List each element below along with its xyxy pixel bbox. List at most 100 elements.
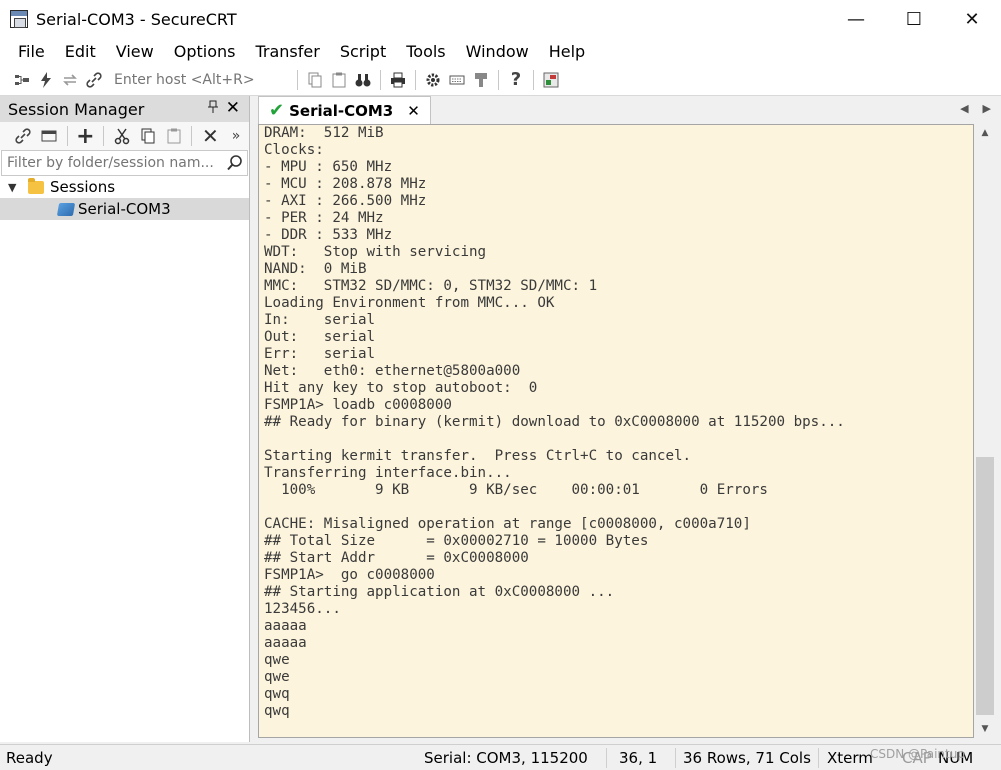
menu-options[interactable]: Options — [164, 42, 246, 61]
toolbar-separator — [297, 69, 298, 90]
toolbar-separator — [533, 69, 534, 90]
tree-folder-label: Sessions — [50, 178, 116, 196]
terminal-line: FSMP1A> go c0008000 — [264, 567, 435, 583]
tab-close-button[interactable]: ✕ — [407, 102, 420, 120]
chevron-down-icon[interactable]: ▼ — [8, 181, 22, 194]
reconnect-icon[interactable] — [58, 68, 82, 92]
menu-window[interactable]: Window — [456, 42, 539, 61]
menu-file[interactable]: File — [8, 42, 55, 61]
serial-session-icon — [56, 202, 76, 216]
watermark-text: CSDN @Paintup — [870, 747, 965, 761]
menu-edit[interactable]: Edit — [55, 42, 106, 61]
terminal-line: - MCU : 208.878 MHz — [264, 176, 427, 192]
tab-scroll-left-icon[interactable]: ◀ — [960, 102, 968, 115]
terminal-line: Clocks: — [264, 142, 324, 158]
terminal-view[interactable]: DRAM: 512 MiB Clocks: - MPU : 650 MHz - MCU… — [258, 124, 974, 738]
terminal-line: - PER : 24 MHz — [264, 210, 384, 226]
new-session-icon[interactable]: + — [72, 124, 98, 149]
paste-session-icon[interactable] — [161, 124, 187, 148]
terminal-line: FSMP1A> loadb c0008000 — [264, 397, 452, 413]
connect-session-icon[interactable] — [10, 124, 36, 148]
keymap-icon[interactable] — [445, 68, 469, 92]
terminal-line: WDT: Stop with servicing — [264, 244, 487, 260]
search-icon[interactable] — [223, 154, 247, 172]
toolbar-separator — [103, 126, 105, 146]
terminal-line: DRAM: 512 MiB — [264, 125, 384, 141]
status-divider — [606, 748, 607, 768]
menu-script[interactable]: Script — [330, 42, 396, 61]
terminal-line: Loading Environment from MMC... OK — [264, 295, 555, 311]
script-icon[interactable] — [539, 68, 563, 92]
session-manager-close-button[interactable]: ✕ — [226, 98, 240, 118]
find-icon[interactable] — [351, 68, 375, 92]
cut-icon[interactable] — [109, 124, 135, 148]
terminal-scrollbar[interactable]: ▲ ▼ — [974, 124, 996, 738]
status-size: 36 Rows, 71 Cols — [683, 749, 811, 767]
terminal-line: ## Ready for binary (kermit) download to… — [264, 414, 845, 430]
menu-transfer[interactable]: Transfer — [245, 42, 329, 61]
sftp-icon[interactable] — [469, 68, 493, 92]
session-manager-panel: Session Manager ✕ + ✕ » Filter by folder… — [0, 96, 250, 742]
status-connection: Serial: COM3, 115200 — [424, 749, 588, 767]
terminal-line: aaaaa — [264, 618, 307, 634]
status-cursor: 36, 1 — [619, 749, 658, 767]
menu-help[interactable]: Help — [539, 42, 595, 61]
print-icon[interactable] — [386, 68, 410, 92]
host-input[interactable] — [112, 68, 292, 91]
connect-icon[interactable] — [10, 68, 34, 92]
scroll-thumb[interactable] — [976, 457, 994, 715]
session-filter — [1, 150, 248, 176]
terminal-line: Out: serial — [264, 329, 376, 345]
delete-icon[interactable]: ✕ — [197, 124, 223, 148]
quick-connect-icon[interactable] — [34, 68, 58, 92]
connected-check-icon: ✔ — [269, 100, 285, 121]
status-divider — [675, 748, 676, 768]
status-divider — [818, 748, 819, 768]
tab-label: Serial-COM3 — [289, 101, 394, 120]
session-tabs-bar: ✔ Serial-COM3 ✕ ◀ ▶ — [254, 96, 1001, 124]
main-toolbar: ? — [0, 64, 1001, 96]
terminal-line: aaaaa — [264, 635, 307, 651]
tree-folder-sessions[interactable]: ▼ Sessions — [0, 176, 249, 198]
paste-icon[interactable] — [327, 68, 351, 92]
terminal-line: qwe — [264, 669, 290, 685]
link-icon[interactable] — [82, 68, 106, 92]
scroll-down-icon[interactable]: ▼ — [974, 720, 996, 738]
settings-icon[interactable] — [421, 68, 445, 92]
terminal-line: qwq — [264, 703, 290, 719]
terminal-line: MMC: STM32 SD/MMC: 0, STM32 SD/MMC: 1 — [264, 278, 598, 294]
tree-session-serial-com3[interactable]: Serial-COM3 — [0, 198, 249, 220]
pin-icon[interactable] — [207, 100, 219, 118]
copy-session-icon[interactable] — [135, 124, 161, 148]
terminal-line: 100% 9 KB 9 KB/sec 00:00:01 0 Errors — [264, 482, 768, 498]
session-filter-input[interactable] — [2, 152, 223, 174]
terminal-output: DRAM: 512 MiB Clocks: - MPU : 650 MHz - MCU… — [264, 125, 845, 720]
toolbar-separator — [415, 69, 416, 90]
terminal-line: In: serial — [264, 312, 376, 328]
copy-icon[interactable] — [303, 68, 327, 92]
title-bar: Serial-COM3 - SecureCRT — ☐ ✕ — [0, 0, 1001, 38]
menu-view[interactable]: View — [106, 42, 164, 61]
toolbar-separator — [66, 126, 68, 146]
connect-in-tab-icon[interactable] — [36, 124, 62, 148]
help-icon[interactable]: ? — [504, 68, 528, 92]
session-manager-header: Session Manager ✕ — [0, 96, 249, 122]
maximize-button[interactable]: ☐ — [885, 0, 943, 38]
tab-scroll-right-icon[interactable]: ▶ — [983, 102, 991, 115]
terminal-line: 123456... — [264, 601, 341, 617]
tab-serial-com3[interactable]: ✔ Serial-COM3 ✕ — [258, 96, 431, 124]
terminal-line: Hit any key to stop autoboot: 0 — [264, 380, 538, 396]
toolbar-separator — [380, 69, 381, 90]
minimize-button[interactable]: — — [827, 0, 885, 38]
more-chevron-icon[interactable]: » — [223, 124, 249, 148]
menu-tools[interactable]: Tools — [396, 42, 455, 61]
terminal-line: ## Total Size = 0x00002710 = 10000 Bytes — [264, 533, 649, 549]
terminal-line: qwe — [264, 652, 290, 668]
close-button[interactable]: ✕ — [943, 0, 1001, 38]
terminal-line: Err: serial — [264, 346, 376, 362]
terminal-line: NAND: 0 MiB — [264, 261, 367, 277]
terminal-line: Transferring interface.bin... — [264, 465, 512, 481]
scroll-up-icon[interactable]: ▲ — [974, 124, 996, 142]
menu-bar: File Edit View Options Transfer Script T… — [0, 38, 1001, 64]
